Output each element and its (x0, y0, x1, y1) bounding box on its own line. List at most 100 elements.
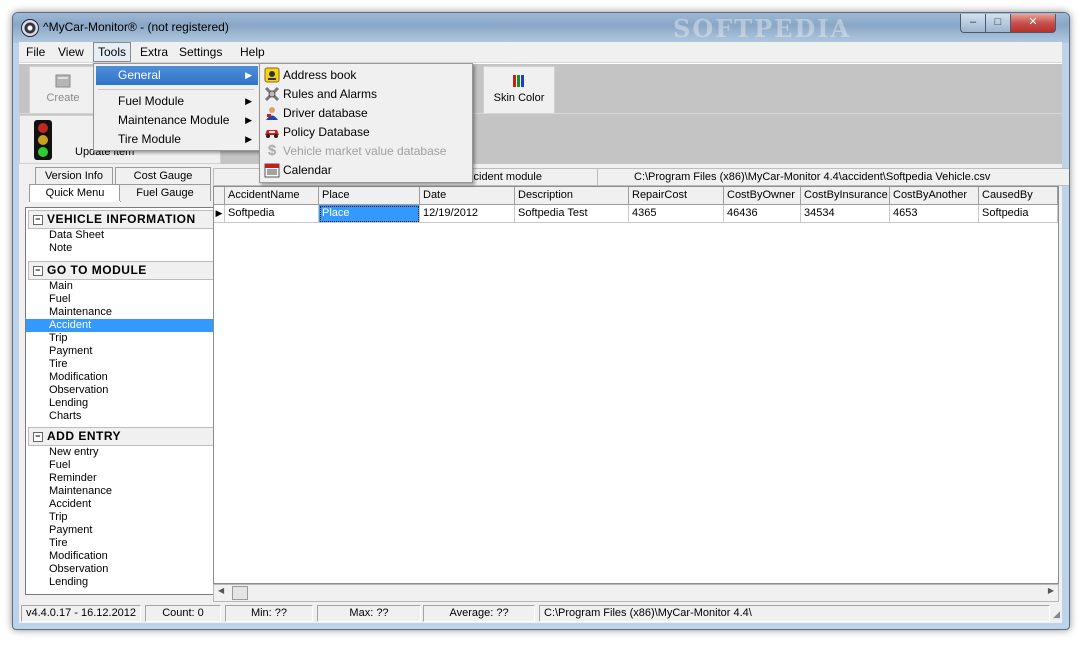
add-entry-accident[interactable]: Accident (26, 498, 216, 511)
skin-color-button[interactable]: Skin Color (483, 66, 555, 114)
cell-cost-by-owner[interactable]: 46436 (724, 205, 801, 223)
column-header[interactable]: Place (319, 187, 420, 205)
module-name: ccident module (468, 171, 542, 183)
add-entry-tire[interactable]: Tire (26, 537, 216, 550)
menu-settings[interactable]: Settings (175, 42, 226, 62)
close-button[interactable]: ✕ (1010, 14, 1056, 33)
add-entry-maintenance[interactable]: Maintenance (26, 485, 216, 498)
submenu-item-label: Driver database (283, 106, 368, 120)
sidebar-item-tire[interactable]: Tire (26, 358, 216, 371)
scroll-left-icon[interactable]: ◀ (218, 586, 224, 595)
submenu-item-label: Policy Database (283, 125, 370, 139)
add-entry-new[interactable]: New entry (26, 446, 216, 459)
menu-item-maintenance-module[interactable]: Maintenance Module ▶ (96, 111, 258, 130)
title-bar[interactable]: ^MyCar-Monitor® - (not registered) SOFTP… (13, 13, 1069, 43)
sidebar-item-main[interactable]: Main (26, 280, 216, 293)
submenu-item-rules-alarms[interactable]: Rules and Alarms (261, 85, 471, 104)
tab-cost-gauge[interactable]: Cost Gauge (115, 167, 211, 184)
tab-fuel-gauge[interactable]: Fuel Gauge (119, 184, 211, 201)
status-version: v4.4.0.17 - 16.12.2012 (21, 605, 141, 622)
rules-alarms-icon (264, 86, 280, 102)
sidebar-item-data-sheet[interactable]: Data Sheet (26, 229, 216, 242)
add-entry-observation[interactable]: Observation (26, 563, 216, 576)
submenu-arrow-icon: ▶ (245, 70, 252, 80)
column-header[interactable]: AccidentName (225, 187, 319, 205)
submenu-item-policy-database[interactable]: Policy Database (261, 123, 471, 142)
accident-data-grid[interactable]: AccidentName Place Date Description Repa… (213, 186, 1059, 584)
column-header[interactable]: CostByInsurance (801, 187, 890, 205)
sidebar-item-lending[interactable]: Lending (26, 397, 216, 410)
add-entry-modification[interactable]: Modification (26, 550, 216, 563)
menu-item-tire-module[interactable]: Tire Module ▶ (96, 130, 258, 149)
sidebar-item-observation[interactable]: Observation (26, 384, 216, 397)
section-vehicle-information[interactable]: − VEHICLE INFORMATION (28, 210, 214, 229)
column-header[interactable]: RepairCost (629, 187, 724, 205)
tab-quick-menu[interactable]: Quick Menu (29, 184, 121, 202)
sidebar-item-accident[interactable]: Accident (26, 319, 216, 332)
menu-item-label: General (118, 68, 161, 82)
column-header[interactable]: Description (515, 187, 629, 205)
menu-item-label: Tire Module (118, 132, 181, 146)
quick-menu-panel: − VEHICLE INFORMATION Data Sheet Note − … (25, 207, 217, 595)
column-header[interactable]: CostByAnother (890, 187, 979, 205)
sidebar-item-note[interactable]: Note (26, 242, 216, 255)
column-header[interactable]: Date (420, 187, 515, 205)
add-entry-reminder[interactable]: Reminder (26, 472, 216, 485)
sidebar-item-trip[interactable]: Trip (26, 332, 216, 345)
column-header[interactable]: CausedBy (979, 187, 1058, 205)
cell-cost-by-insurance[interactable]: 34534 (801, 205, 890, 223)
minimize-button[interactable]: – (960, 14, 986, 33)
add-entry-payment[interactable]: Payment (26, 524, 216, 537)
cell-caused-by[interactable]: Softpedia (979, 205, 1058, 223)
scroll-right-icon[interactable]: ▶ (1048, 586, 1054, 595)
menu-item-fuel-module[interactable]: Fuel Module ▶ (96, 92, 258, 111)
cell-cost-by-another[interactable]: 4653 (890, 205, 979, 223)
sidebar-item-payment[interactable]: Payment (26, 345, 216, 358)
section-add-entry[interactable]: − ADD ENTRY (28, 427, 214, 446)
cell-place[interactable]: Place (319, 205, 420, 223)
resize-grip-icon[interactable]: ◢ (1053, 609, 1060, 620)
submenu-item-address-book[interactable]: Address book (261, 66, 471, 85)
maximize-button[interactable]: □ (985, 14, 1011, 33)
menu-file[interactable]: File (22, 42, 49, 62)
app-icon[interactable] (21, 19, 39, 37)
submenu-arrow-icon: ▶ (245, 96, 252, 106)
menu-extra[interactable]: Extra (136, 42, 172, 62)
cell-description[interactable]: Softpedia Test (515, 205, 629, 223)
section-title: ADD ENTRY (47, 429, 122, 443)
file-path-label: C:\Program Files (x86)\MyCar-Monitor 4.4… (597, 168, 1069, 186)
create-button[interactable]: Create (29, 66, 97, 114)
sidebar-item-fuel[interactable]: Fuel (26, 293, 216, 306)
watermark: SOFTPEDIA (673, 14, 852, 43)
sidebar-item-modification[interactable]: Modification (26, 371, 216, 384)
collapse-icon[interactable]: − (33, 215, 43, 225)
section-go-to-module[interactable]: − GO TO MODULE (28, 261, 214, 280)
sidebar-item-maintenance[interactable]: Maintenance (26, 306, 216, 319)
row-indicator-icon[interactable]: ▶ (214, 205, 225, 223)
menu-tools[interactable]: Tools (93, 42, 132, 62)
menu-item-general[interactable]: General ▶ (96, 66, 258, 85)
status-count: Count: 0 (145, 605, 221, 622)
tab-version-info[interactable]: Version Info (35, 167, 113, 184)
status-max: Max: ?? (317, 605, 421, 622)
add-entry-lending[interactable]: Lending (26, 576, 216, 589)
add-entry-trip[interactable]: Trip (26, 511, 216, 524)
cell-accident-name[interactable]: Softpedia (225, 205, 319, 223)
app-window: ^MyCar-Monitor® - (not registered) SOFTP… (12, 12, 1070, 630)
cell-date[interactable]: 12/19/2012 (420, 205, 515, 223)
submenu-item-driver-database[interactable]: Driver database (261, 104, 471, 123)
collapse-icon[interactable]: − (33, 266, 43, 276)
submenu-item-vehicle-market-value[interactable]: $ Vehicle market value database (261, 142, 471, 161)
menu-separator (98, 89, 254, 90)
scroll-thumb[interactable] (232, 586, 248, 600)
submenu-item-calendar[interactable]: Calendar (261, 161, 471, 180)
collapse-icon[interactable]: − (33, 432, 43, 442)
horizontal-scrollbar[interactable]: ◀ ▶ (213, 584, 1059, 602)
menu-help[interactable]: Help (236, 42, 269, 62)
column-header[interactable]: CostByOwner (724, 187, 801, 205)
driver-icon (266, 107, 278, 120)
cell-repair-cost[interactable]: 4365 (629, 205, 724, 223)
add-entry-fuel[interactable]: Fuel (26, 459, 216, 472)
menu-view[interactable]: View (54, 42, 88, 62)
sidebar-item-charts[interactable]: Charts (26, 410, 216, 423)
